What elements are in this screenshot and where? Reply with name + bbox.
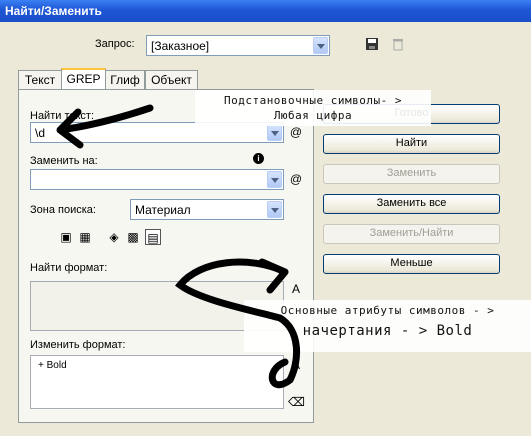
arrow-to-format-boxes	[175, 258, 301, 389]
hand-drawn-arrows	[56, 104, 301, 389]
arrow-to-find-text	[56, 104, 154, 149]
